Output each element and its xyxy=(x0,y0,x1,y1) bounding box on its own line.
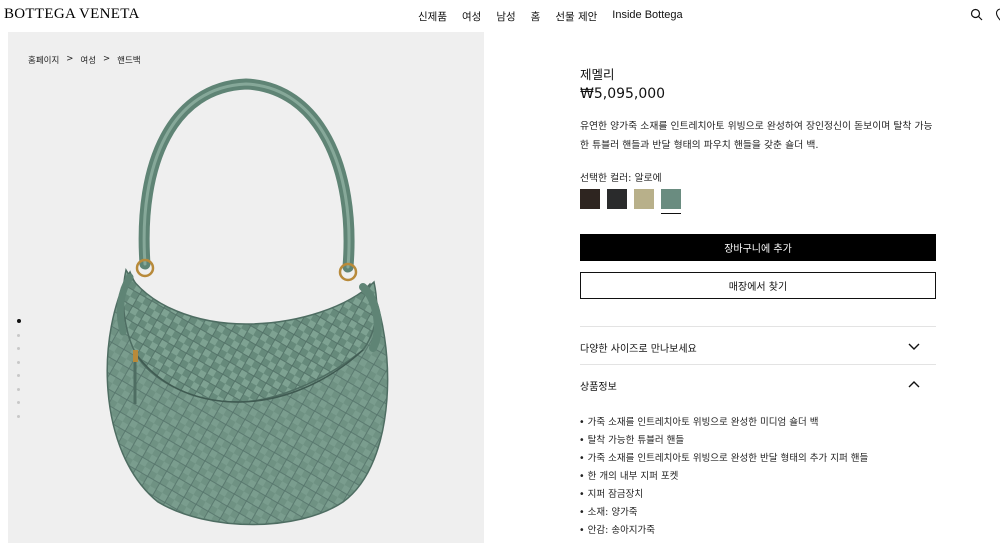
gallery-dot[interactable] xyxy=(17,360,20,364)
list-item: 가죽 소재를 인트레치아토 위빙으로 완성한 반달 형태의 추가 지퍼 핸들 xyxy=(579,450,869,468)
nav-item-men[interactable]: 남성 xyxy=(496,9,515,24)
product-details-list: 가죽 소재를 인트레치아토 위빙으로 완성한 미디엄 숄더 백 탈착 가능한 튜… xyxy=(579,414,869,540)
add-to-cart-button[interactable]: 장바구니에 추가 xyxy=(580,234,936,261)
chevron-down-icon[interactable] xyxy=(908,340,920,352)
gallery-dot[interactable] xyxy=(17,414,20,418)
divider xyxy=(580,326,936,327)
list-item: 지퍼 잠금장치 xyxy=(579,486,868,504)
product-image[interactable] xyxy=(8,32,484,543)
location-icon[interactable] xyxy=(994,7,1000,21)
swatch-aloe[interactable] xyxy=(661,189,681,214)
gallery-dot[interactable] xyxy=(17,347,20,350)
gallery-dot[interactable] xyxy=(17,387,20,391)
swatch-dark-brown[interactable] xyxy=(580,189,600,209)
swatch-black[interactable] xyxy=(607,189,627,209)
list-item: 가죽 소재를 인트레치아토 위빙으로 완성한 미디엄 숄더 백 xyxy=(579,414,868,432)
nav-item-home[interactable]: 홈 xyxy=(531,9,541,24)
gallery-dot[interactable] xyxy=(17,333,20,337)
divider xyxy=(580,364,936,365)
accordion-sizes[interactable]: 다양한 사이즈로 만나보세요 xyxy=(580,340,936,355)
selected-color-label: 선택한 컬러: 알로에 xyxy=(580,173,662,184)
gallery-dots xyxy=(16,319,21,428)
find-in-store-button[interactable]: 매장에서 찾기 xyxy=(580,272,936,299)
nav-item-new[interactable]: 신제품 xyxy=(418,9,447,24)
gallery-dot[interactable] xyxy=(17,374,20,377)
main-nav: 신제품 여성 남성 홈 선물 제안 Inside Bottega xyxy=(418,9,683,24)
list-item: 탈착 가능한 튜블러 핸들 xyxy=(579,432,868,450)
list-item: 한 개의 내부 지퍼 포켓 xyxy=(579,468,868,486)
list-item: 안감: 송아지가죽 xyxy=(579,522,868,540)
nav-item-women[interactable]: 여성 xyxy=(462,9,481,24)
product-image-panel: 홈페이지 > 여성 > 핸드백 xyxy=(8,32,484,543)
color-swatches xyxy=(580,189,688,214)
list-item: 소재: 양가죽 xyxy=(579,504,868,522)
swatch-beige[interactable] xyxy=(634,189,654,209)
accordion-sizes-label: 다양한 사이즈로 만나보세요 xyxy=(580,344,697,355)
nav-item-inside-bottega[interactable]: Inside Bottega xyxy=(612,9,682,24)
gallery-dot-active[interactable] xyxy=(16,319,21,323)
site-header: BOTTEGA VENETA 신제품 여성 남성 홈 선물 제안 Inside … xyxy=(0,0,1000,32)
chevron-up-icon[interactable] xyxy=(908,378,920,390)
search-icon[interactable] xyxy=(970,7,984,21)
brand-logo[interactable]: BOTTEGA VENETA xyxy=(4,6,140,23)
product-description: 유연한 양가죽 소재를 인트레치아토 위빙으로 완성하여 장인정신이 돋보이며 … xyxy=(580,121,933,151)
accordion-details-label: 상품정보 xyxy=(580,382,617,393)
product-name: 제멜리 xyxy=(580,67,615,82)
product-price: ₩5,095,000 xyxy=(580,86,666,102)
gallery-dot[interactable] xyxy=(17,401,20,404)
nav-item-gifts[interactable]: 선물 제안 xyxy=(555,9,597,24)
header-icons xyxy=(970,7,1000,21)
accordion-details[interactable]: 상품정보 xyxy=(580,378,936,393)
